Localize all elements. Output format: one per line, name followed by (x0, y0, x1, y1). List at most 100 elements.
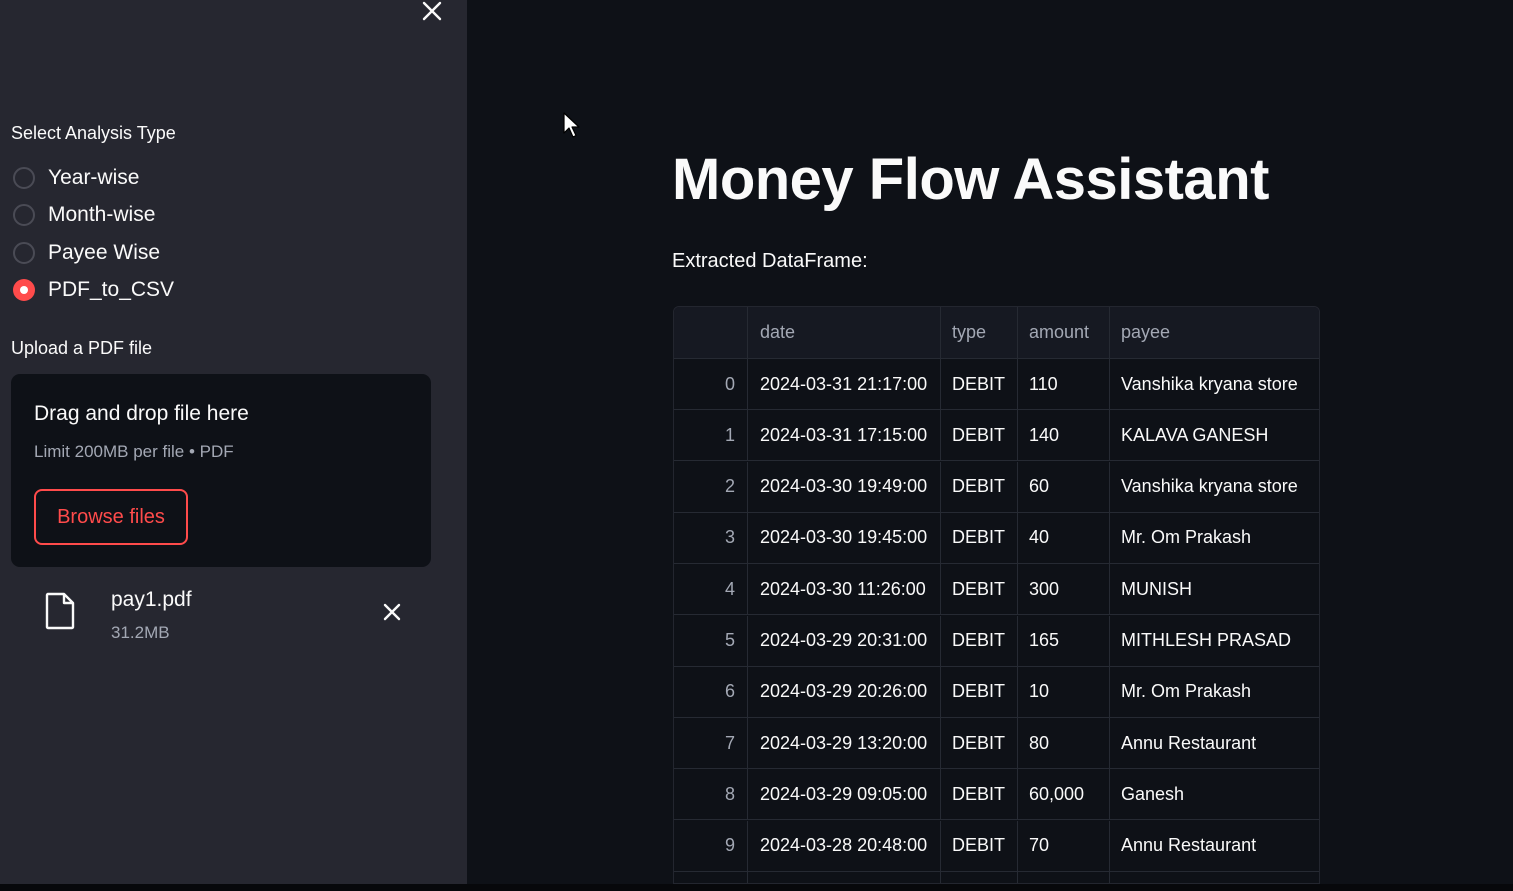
page-title: Money Flow Assistant (672, 147, 1269, 212)
cell-amount[interactable]: 40 (1018, 512, 1110, 563)
radio-circle[interactable] (13, 167, 35, 189)
cell-date[interactable]: 2024-03-31 17:15:00 (748, 410, 941, 461)
cell-amount[interactable]: 10 (1018, 666, 1110, 717)
header-amount[interactable]: amount (1018, 307, 1110, 358)
cell-payee[interactable] (1110, 872, 1319, 883)
cell-index[interactable]: 1 (674, 410, 748, 461)
close-icon[interactable] (420, 0, 444, 24)
radio-month-wise[interactable]: Month-wise (13, 201, 155, 229)
cell-index[interactable]: 2 (674, 461, 748, 512)
cell-payee[interactable]: Annu Restaurant (1110, 821, 1319, 871)
header-type[interactable]: type (941, 307, 1018, 358)
cell-type[interactable]: DEBIT (941, 769, 1018, 820)
cell-amount[interactable]: 70 (1018, 820, 1110, 871)
uploaded-file: pay1.pdf 31.2MB (40, 586, 420, 646)
cell-index[interactable]: 4 (674, 564, 748, 615)
table-row[interactable]: 4 2024-03-30 11:26:00 DEBIT 300 MUNISH (674, 564, 1319, 616)
cell-payee[interactable]: Vanshika kryana store (1110, 359, 1319, 409)
cell-type[interactable]: DEBIT (941, 666, 1018, 717)
cell-index[interactable]: 0 (674, 359, 748, 409)
radio-pdf-to-csv[interactable]: PDF_to_CSV (13, 276, 174, 304)
cell-type[interactable]: DEBIT (941, 512, 1018, 563)
cell-amount[interactable]: 60,000 (1018, 769, 1110, 820)
cell-index[interactable]: 3 (674, 512, 748, 563)
cell-type[interactable]: DEBIT (941, 359, 1018, 409)
radio-label: PDF_to_CSV (48, 278, 175, 301)
cell-date[interactable]: 2024-03-30 19:45:00 (748, 512, 941, 563)
file-size: 31.2MB (111, 623, 170, 642)
close-icon[interactable] (380, 600, 404, 624)
cell-amount[interactable]: 140 (1018, 410, 1110, 461)
cell-amount[interactable]: 60 (1018, 461, 1110, 512)
cell-date[interactable]: 2024-03-31 21:17:00 (748, 359, 941, 409)
upload-label: Upload a PDF file (11, 338, 153, 358)
cell-amount[interactable]: 300 (1018, 564, 1110, 615)
radio-label: Month-wise (48, 203, 156, 226)
cell-date[interactable]: 2024-03-29 20:26:00 (748, 666, 941, 717)
table-row[interactable] (674, 872, 1319, 883)
dropzone-title: Drag and drop file here (34, 402, 249, 425)
cell-type[interactable]: DEBIT (941, 410, 1018, 461)
table-row[interactable]: 1 2024-03-31 17:15:00 DEBIT 140 KALAVA GANES… (674, 410, 1319, 462)
header-index[interactable] (674, 307, 748, 358)
dataframe-label: Extracted DataFrame: (672, 250, 868, 272)
cell-payee[interactable]: Mr. Om Prakash (1110, 667, 1319, 717)
file-name: pay1.pdf (111, 588, 192, 611)
cell-payee[interactable]: Vanshika kryana store (1110, 462, 1319, 512)
header-date[interactable]: date (748, 307, 941, 358)
header-payee[interactable]: payee (1110, 307, 1319, 358)
file-icon (44, 592, 76, 630)
table-row[interactable]: 3 2024-03-30 19:45:00 DEBIT 40 Mr. Om Prakas… (674, 512, 1319, 564)
dataframe-table[interactable]: date type amount payee 0 2024-03-31 21:17… (673, 306, 1320, 884)
table-row[interactable]: 0 2024-03-31 21:17:00 DEBIT 110 Vanshika kry… (674, 359, 1319, 410)
cell-type[interactable]: DEBIT (941, 564, 1018, 615)
cell-payee[interactable]: MITHLESH PRASAD (1110, 616, 1319, 666)
cell-amount[interactable]: 80 (1018, 718, 1110, 769)
dropzone-hint: Limit 200MB per file • PDF (34, 442, 234, 461)
cell-payee[interactable]: Annu Restaurant (1110, 718, 1319, 768)
cell-index[interactable]: 7 (674, 718, 748, 769)
radio-label: Payee Wise (48, 241, 161, 264)
cell-index[interactable]: 5 (674, 615, 748, 666)
cell-payee[interactable]: MUNISH (1110, 564, 1319, 614)
cell-date[interactable] (748, 872, 941, 883)
cell-type[interactable] (941, 872, 1018, 883)
cell-amount[interactable]: 110 (1018, 359, 1110, 409)
table-row[interactable]: 7 2024-03-29 13:20:00 DEBIT 80 Annu Restaura… (674, 718, 1319, 770)
file-dropzone[interactable]: Drag and drop file here Limit 200MB per … (11, 374, 431, 567)
cell-amount[interactable] (1018, 872, 1110, 883)
cell-payee[interactable]: Mr. Om Prakash (1110, 513, 1319, 563)
analysis-type-label: Select Analysis Type (11, 123, 176, 143)
bottom-bar (0, 884, 1513, 891)
table-row[interactable]: 9 2024-03-28 20:48:00 DEBIT 70 Annu Restaura… (674, 820, 1319, 872)
radio-circle[interactable] (13, 204, 35, 226)
cell-index[interactable]: 8 (674, 769, 748, 820)
cell-type[interactable]: DEBIT (941, 615, 1018, 666)
radio-payee-wise[interactable]: Payee Wise (13, 239, 160, 267)
cell-date[interactable]: 2024-03-29 13:20:00 (748, 718, 941, 769)
cell-date[interactable]: 2024-03-29 09:05:00 (748, 769, 941, 820)
cell-payee[interactable]: Ganesh (1110, 769, 1319, 819)
table-row[interactable]: 8 2024-03-29 09:05:00 DEBIT 60,000 Ganesh (674, 769, 1319, 821)
browse-files-button[interactable]: Browse files (34, 489, 188, 545)
cell-date[interactable]: 2024-03-29 20:31:00 (748, 615, 941, 666)
radio-circle[interactable] (13, 242, 35, 264)
table-row[interactable]: 5 2024-03-29 20:31:00 DEBIT 165 MITHLESH PRA… (674, 615, 1319, 667)
table-row[interactable]: 6 2024-03-29 20:26:00 DEBIT 10 Mr. Om Prakas… (674, 666, 1319, 718)
cell-date[interactable]: 2024-03-28 20:48:00 (748, 820, 941, 871)
cell-date[interactable]: 2024-03-30 11:26:00 (748, 564, 941, 615)
cell-index[interactable]: 9 (674, 820, 748, 871)
cell-index[interactable] (674, 872, 748, 883)
radio-label: Year-wise (48, 166, 140, 189)
cell-amount[interactable]: 165 (1018, 615, 1110, 666)
cell-index[interactable]: 6 (674, 666, 748, 717)
mouse-pointer-icon (562, 112, 580, 140)
cell-type[interactable]: DEBIT (941, 820, 1018, 871)
cell-type[interactable]: DEBIT (941, 461, 1018, 512)
table-row[interactable]: 2 2024-03-30 19:49:00 DEBIT 60 Vanshika krya… (674, 461, 1319, 513)
radio-circle-selected[interactable] (13, 279, 35, 301)
cell-type[interactable]: DEBIT (941, 718, 1018, 769)
radio-year-wise[interactable]: Year-wise (13, 164, 139, 192)
cell-payee[interactable]: KALAVA GANESH (1110, 410, 1319, 460)
cell-date[interactable]: 2024-03-30 19:49:00 (748, 461, 941, 512)
